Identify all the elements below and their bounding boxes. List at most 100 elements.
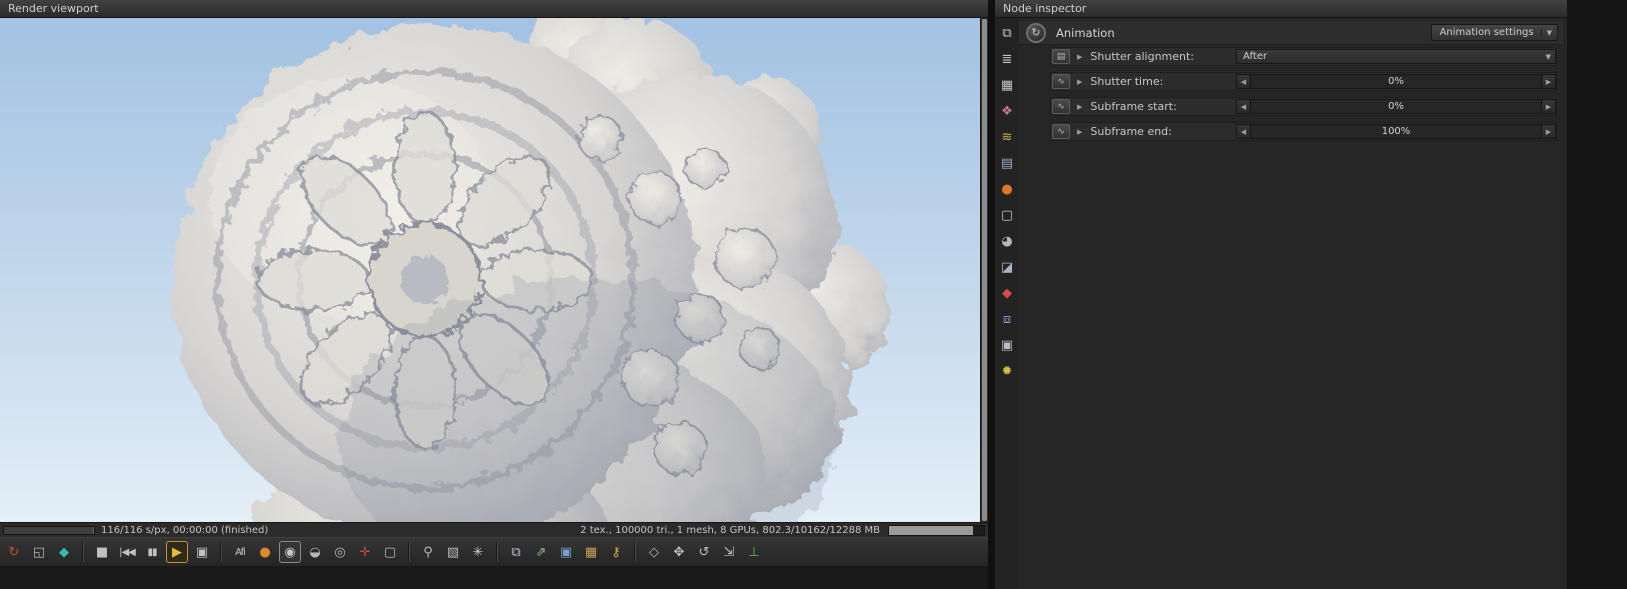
slider-increment-button[interactable]: ▶	[1541, 125, 1555, 138]
stop-render-icon[interactable]: ■	[91, 541, 113, 563]
emission-icon[interactable]: ≋	[999, 129, 1016, 146]
scrollbar-thumb[interactable]	[982, 19, 987, 521]
texture-image-icon[interactable]: ▦	[999, 77, 1016, 94]
medium-icon[interactable]: ❖	[999, 103, 1016, 120]
pick-material-icon[interactable]: ◒	[304, 541, 326, 563]
toolbar-separator	[496, 542, 498, 562]
shutter-time-slider[interactable]: ◀ 0% ▶	[1236, 74, 1556, 89]
export-image-icon[interactable]: ⇗	[530, 541, 552, 563]
move-tool-icon[interactable]: ✥	[668, 541, 690, 563]
animation-section-header: ↻ Animation Animation settings ▼	[1019, 21, 1563, 45]
slider-decrement-button[interactable]: ◀	[1237, 100, 1251, 113]
node-inspector-panel: Node inspector ⧉ ≣ ▦ ❖ ≋ ▤ ● ▢ ◕ ◪ ◆ ⧈ ▣ ✹ ↻ Animatio…	[995, 0, 1567, 589]
copy-image-icon[interactable]: ⧉	[505, 541, 527, 563]
camera-orbit-icon[interactable]: ◉	[279, 541, 301, 563]
node-inspector-titlebar: Node inspector	[995, 0, 1567, 18]
resize-viewport-icon[interactable]: ◱	[28, 541, 50, 563]
node-socket-button[interactable]: ∿	[1052, 99, 1070, 114]
rendered-image	[0, 18, 988, 522]
node-socket-button[interactable]: ▤	[1052, 49, 1070, 64]
section-title: Animation	[1056, 25, 1115, 40]
toolbar-separator	[408, 542, 410, 562]
display-modes-icon[interactable]: ▣	[191, 541, 213, 563]
save-snapshot-icon[interactable]: ▦	[580, 541, 602, 563]
slider-increment-button[interactable]: ▶	[1541, 100, 1555, 113]
toolbar-separator	[220, 542, 222, 562]
expander-icon[interactable]: ▶	[1077, 53, 1082, 61]
expander-icon[interactable]: ▶	[1077, 103, 1082, 111]
layers-icon[interactable]: ▤	[999, 155, 1016, 172]
clay-render-icon[interactable]: ✳	[467, 541, 489, 563]
shutter-alignment-dropdown[interactable]: After ▼	[1236, 49, 1556, 64]
fullscreen-render-icon[interactable]: ▣	[555, 541, 577, 563]
pick-white-balance-icon[interactable]: ✛	[354, 541, 376, 563]
render-statusbar: 116/116 s/px, 00:00:00 (finished) 2 tex.…	[0, 522, 988, 537]
row-label: Shutter time:	[1090, 75, 1164, 88]
image-output-icon[interactable]: ▣	[999, 337, 1016, 354]
animation-settings-dropdown[interactable]: Animation settings ▼	[1430, 24, 1558, 41]
viewport-vertical-scrollbar[interactable]	[980, 18, 988, 522]
sun-light-icon[interactable]: ✹	[999, 363, 1016, 380]
camera-frame-icon[interactable]: ▢	[999, 207, 1016, 224]
scale-tool-icon[interactable]: ⇲	[718, 541, 740, 563]
expander-icon[interactable]: ▶	[1077, 128, 1082, 136]
row-shutter-time: ∿ ▶ Shutter time: ◀ 0% ▶	[1050, 72, 1557, 91]
material-preview-icon[interactable]: ●	[254, 541, 276, 563]
row-label: Subframe end:	[1090, 125, 1172, 138]
toolbar-separator	[634, 542, 636, 562]
viewport-horizontal-scrollbar[interactable]	[888, 524, 985, 536]
render-toolbar: ↻ ◱ ◆ ■ |◀◀ ▮▮ ▶ ▣ Afi ● ◉ ◒ ◎ ✛ ▢ ⚲ ▧ ✳ ⧉ ⇗ ▣ ▦ ⚷ ◇ ✥ ↺ ⇲ ⊥	[0, 537, 988, 566]
restart-render-icon[interactable]: |◀◀	[116, 541, 138, 563]
text-overlay-icon[interactable]: Afi	[229, 541, 251, 563]
pick-focus-icon[interactable]: ◎	[329, 541, 351, 563]
play-render-icon[interactable]: ▶	[166, 541, 188, 563]
subframe-end-slider[interactable]: ◀ 100% ▶	[1236, 124, 1556, 139]
panel-splitter[interactable]	[988, 0, 995, 589]
subframe-start-slider[interactable]: ◀ 0% ▶	[1236, 99, 1556, 114]
zoom-region-icon[interactable]: ⚲	[417, 541, 439, 563]
environment-icon[interactable]: ◪	[999, 259, 1016, 276]
row-subframe-start: ∿ ▶ Subframe start: ◀ 0% ▶	[1050, 97, 1557, 116]
render-progress-fill	[4, 526, 94, 534]
geometry-icon[interactable]: ◆	[999, 285, 1016, 302]
lock-image-icon[interactable]: ⚷	[605, 541, 627, 563]
application-window: Render viewport 116/116 s/px, 00:00:00 (…	[0, 0, 1627, 589]
slider-decrement-button[interactable]: ◀	[1237, 75, 1251, 88]
render-viewport[interactable]	[0, 18, 988, 522]
animation-node-icon[interactable]: ↻	[1026, 22, 1046, 43]
time-icon[interactable]: ◕	[999, 233, 1016, 250]
material-icon[interactable]: ●	[999, 181, 1016, 198]
slider-value: 100%	[1251, 125, 1541, 138]
node-stack-icon[interactable]: ⧉	[999, 25, 1016, 42]
node-socket-button[interactable]: ∿	[1052, 124, 1070, 139]
toolbar-separator	[82, 542, 84, 562]
render-progress-text: 116/116 s/px, 00:00:00 (finished)	[101, 524, 269, 536]
expander-icon[interactable]: ▶	[1077, 78, 1082, 86]
chevron-down-icon: ▼	[1540, 28, 1552, 37]
chevron-down-icon: ▼	[1545, 52, 1551, 61]
slider-value: 0%	[1251, 75, 1541, 88]
render-stats-text: 2 tex., 100000 tri., 1 mesh, 8 GPUs, 802…	[580, 524, 880, 536]
render-passes-icon[interactable]: ⧈	[999, 311, 1016, 328]
slider-decrement-button[interactable]: ◀	[1237, 125, 1251, 138]
gizmo-axes-icon[interactable]: ⊥	[743, 541, 765, 563]
slider-increment-button[interactable]: ▶	[1541, 75, 1555, 88]
node-inspector-content: ↻ Animation Animation settings ▼ ▤ ▶ Shu…	[1019, 18, 1567, 589]
node-icon-glyph: ↻	[1031, 26, 1041, 39]
pause-render-icon[interactable]: ▮▮	[141, 541, 163, 563]
row-shutter-alignment: ▤ ▶ Shutter alignment: After ▼	[1050, 47, 1557, 66]
rotate-tool-icon[interactable]: ↺	[693, 541, 715, 563]
node-socket-button[interactable]: ∿	[1052, 74, 1070, 89]
animation-settings-label: Animation settings	[1439, 27, 1534, 38]
show-bounds-icon[interactable]: ◇	[643, 541, 665, 563]
render-viewport-titlebar: Render viewport	[0, 0, 988, 18]
row-label: Subframe start:	[1090, 100, 1177, 113]
pick-object-icon[interactable]: ▢	[379, 541, 401, 563]
node-category-strip: ⧉ ≣ ▦ ❖ ≋ ▤ ● ▢ ◕ ◪ ◆ ⧈ ▣ ✹	[995, 18, 1019, 589]
export-gem-icon[interactable]: ◆	[53, 541, 75, 563]
render-viewport-panel: Render viewport 116/116 s/px, 00:00:00 (…	[0, 0, 988, 589]
render-region-icon[interactable]: ▧	[442, 541, 464, 563]
node-list-icon[interactable]: ≣	[999, 51, 1016, 68]
refresh-render-icon[interactable]: ↻	[3, 541, 25, 563]
scrollbar-thumb[interactable]	[889, 525, 973, 535]
